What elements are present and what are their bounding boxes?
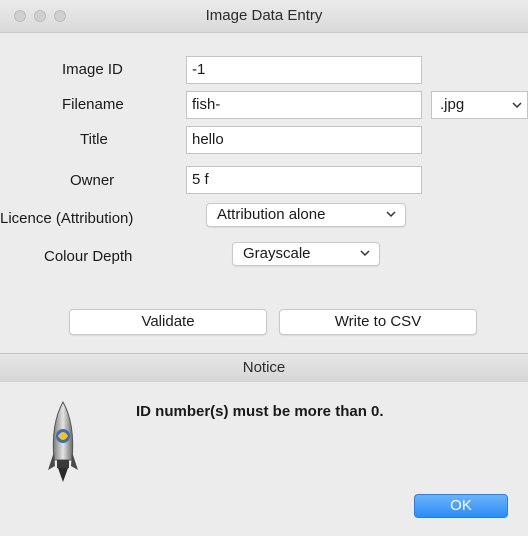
colour-depth-label: Colour Depth: [44, 248, 133, 265]
image-id-label: Image ID: [62, 61, 123, 78]
notice-title-bar[interactable]: Notice: [0, 353, 528, 383]
ok-button[interactable]: OK: [414, 494, 508, 518]
chevron-down-icon: [512, 102, 522, 109]
validate-button[interactable]: Validate: [69, 309, 267, 335]
colour-depth-selected: Grayscale: [243, 245, 311, 262]
python-launcher-rocket-icon: [48, 400, 78, 482]
window-title: Image Data Entry: [205, 7, 323, 24]
licence-selected: Attribution alone: [217, 206, 326, 223]
extension-select[interactable]: .jpg: [431, 91, 528, 119]
chevron-down-icon: [360, 250, 370, 257]
licence-select[interactable]: Attribution alone: [206, 203, 406, 227]
title-bar[interactable]: Image Data Entry: [0, 0, 528, 33]
owner-label: Owner: [70, 172, 115, 189]
image-id-field[interactable]: -1: [186, 56, 422, 84]
notice-message: ID number(s) must be more than 0.: [136, 403, 384, 420]
filename-field[interactable]: fish-: [186, 91, 422, 119]
chevron-down-icon: [386, 211, 396, 218]
main-window: Image Data Entry Image ID -1 Filename fi…: [0, 0, 528, 536]
licence-label: Licence (Attribution): [0, 210, 134, 227]
notice-title: Notice: [242, 359, 286, 376]
colour-depth-select[interactable]: Grayscale: [232, 242, 380, 266]
extension-value: .jpg: [440, 96, 465, 113]
owner-field[interactable]: 5 f: [186, 166, 422, 194]
write-to-csv-button[interactable]: Write to CSV: [279, 309, 477, 335]
title-label: Title: [80, 131, 108, 148]
title-field[interactable]: hello: [186, 126, 422, 154]
filename-label: Filename: [62, 96, 124, 113]
